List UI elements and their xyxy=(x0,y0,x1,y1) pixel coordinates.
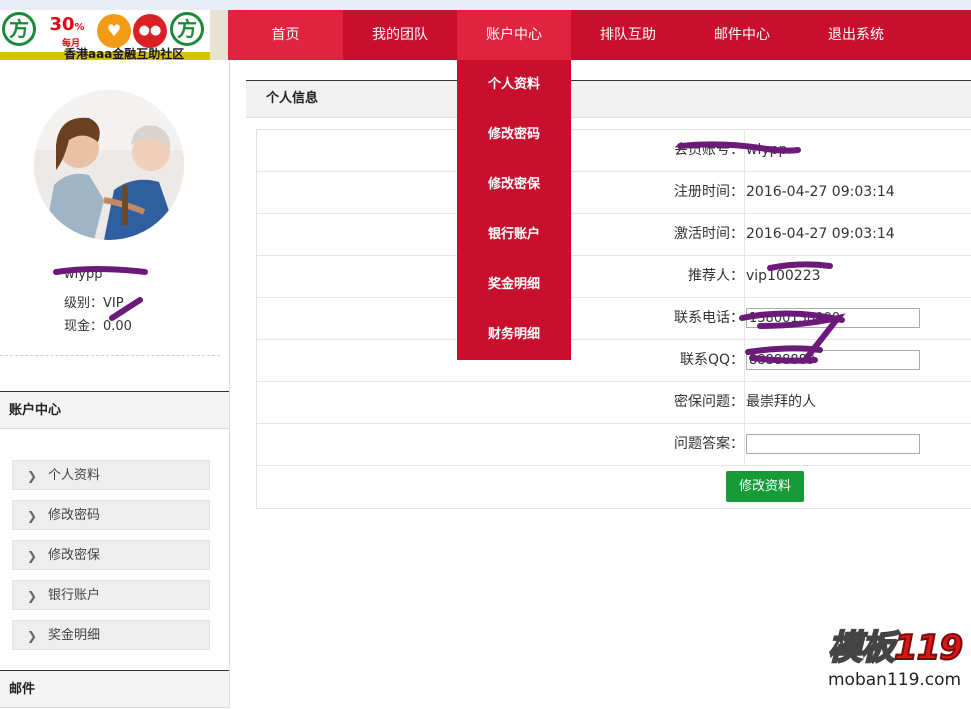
user-cash: 现金：0.00 xyxy=(64,319,132,334)
form-row-account: 会员账号： wlypp xyxy=(257,130,971,172)
watermark-url: moban119.com xyxy=(828,670,962,690)
account-center-dropdown: 个人资料 修改密码 修改密保 银行账户 奖金明细 财务明细 xyxy=(457,60,571,360)
sidebar-item-change-security[interactable]: ❯ 修改密保 xyxy=(12,540,210,570)
sidebar-item-bonus-details[interactable]: ❯ 奖金明细 xyxy=(12,620,210,650)
value-security-question: 最崇拜的人 xyxy=(746,394,816,410)
logo-emblem-right: 方 xyxy=(170,12,204,46)
label-answer: 问题答案： xyxy=(257,424,745,465)
value-activate-time: 2016-04-27 09:03:14 xyxy=(746,226,895,242)
sidebar-item-profile[interactable]: ❯ 个人资料 xyxy=(12,460,210,490)
main-nav: 首页 我的团队 账户中心 排队互助 邮件中心 退出系统 xyxy=(228,10,913,60)
form-row-security-question: 密保问题： 最崇拜的人 xyxy=(257,382,971,424)
chevron-right-icon: ❯ xyxy=(27,469,38,483)
sidebar-item-label: 银行账户 xyxy=(48,588,101,603)
sidebar-item-label: 奖金明细 xyxy=(48,628,101,643)
dropdown-item-change-security[interactable]: 修改密保 xyxy=(457,160,571,210)
form-row-referrer: 推荐人： vip100223 xyxy=(257,256,971,298)
value-register-time: 2016-04-27 09:03:14 xyxy=(746,184,895,200)
profile-divider xyxy=(0,355,220,356)
submit-button[interactable]: 修改资料 xyxy=(726,471,804,502)
value-referrer: vip100223 xyxy=(746,268,821,284)
sidebar-section-account: 账户中心 xyxy=(0,391,229,429)
form-row-activate-time: 激活时间： 2016-04-27 09:03:14 xyxy=(257,214,971,256)
chevron-right-icon: ❯ xyxy=(27,629,38,643)
avatar xyxy=(34,90,184,240)
sidebar-item-label: 修改密保 xyxy=(48,548,101,563)
dropdown-item-change-password[interactable]: 修改密码 xyxy=(457,110,571,160)
heart-icon: ♥ xyxy=(97,14,131,48)
watermark-logo: 模板119 moban119.com xyxy=(822,618,970,690)
form-row-answer: 问题答案： xyxy=(257,424,971,466)
sidebar-item-label: 修改密码 xyxy=(48,508,101,523)
nav-account-center[interactable]: 账户中心 xyxy=(457,10,571,60)
profile-form: 会员账号： wlypp 注册时间： 2016-04-27 09:03:14 激活… xyxy=(256,129,971,509)
nav-logout[interactable]: 退出系统 xyxy=(799,10,913,60)
logo-emblem-left: 方 xyxy=(2,12,36,46)
sidebar-item-label: 个人资料 xyxy=(48,468,101,483)
dropdown-item-bonus-details[interactable]: 奖金明细 xyxy=(457,260,571,310)
nav-queue-mutual[interactable]: 排队互助 xyxy=(571,10,685,60)
chevron-right-icon: ❯ xyxy=(27,589,38,603)
panel-title: 个人信息 xyxy=(266,91,319,106)
site-logo[interactable]: 方 30% 每月 ♥ ●● 方 香港aaa金融互助社区 xyxy=(0,10,228,61)
value-account: wlypp xyxy=(746,142,788,158)
sidebar-item-change-password[interactable]: ❯ 修改密码 xyxy=(12,500,210,530)
watermark-brand: 模板119 xyxy=(827,627,964,669)
form-row-qq: 联系QQ： xyxy=(257,340,971,382)
sidebar-item-bank-account[interactable]: ❯ 银行账户 xyxy=(12,580,210,610)
qq-input[interactable] xyxy=(746,350,920,370)
dropdown-item-bank-account[interactable]: 银行账户 xyxy=(457,210,571,260)
user-level: 级别：VIP xyxy=(64,296,124,311)
nav-mail-center[interactable]: 邮件中心 xyxy=(685,10,799,60)
label-security-question: 密保问题： xyxy=(257,382,745,423)
nav-home[interactable]: 首页 xyxy=(228,10,343,60)
panel-header: 个人信息 xyxy=(246,80,971,118)
form-row-register-time: 注册时间： 2016-04-27 09:03:14 xyxy=(257,172,971,214)
dropdown-item-profile[interactable]: 个人资料 xyxy=(457,60,571,110)
answer-input[interactable] xyxy=(746,434,920,454)
people-icon: ●● xyxy=(133,14,167,48)
left-sidebar: wlypp 级别：VIP 现金：0.00 账户中心 ❯ 个人资料 ❯ 修改密码 … xyxy=(0,60,230,708)
chevron-right-icon: ❯ xyxy=(27,549,38,563)
phone-input[interactable] xyxy=(746,308,920,328)
username: wlypp xyxy=(64,267,103,282)
dropdown-item-finance-details[interactable]: 财务明细 xyxy=(457,310,571,360)
chevron-right-icon: ❯ xyxy=(27,509,38,523)
form-row-phone: 联系电话： xyxy=(257,298,971,340)
form-row-submit: 修改资料 xyxy=(257,466,971,508)
sidebar-section-mail: 邮件 xyxy=(0,670,229,708)
nav-my-team[interactable]: 我的团队 xyxy=(343,10,457,60)
